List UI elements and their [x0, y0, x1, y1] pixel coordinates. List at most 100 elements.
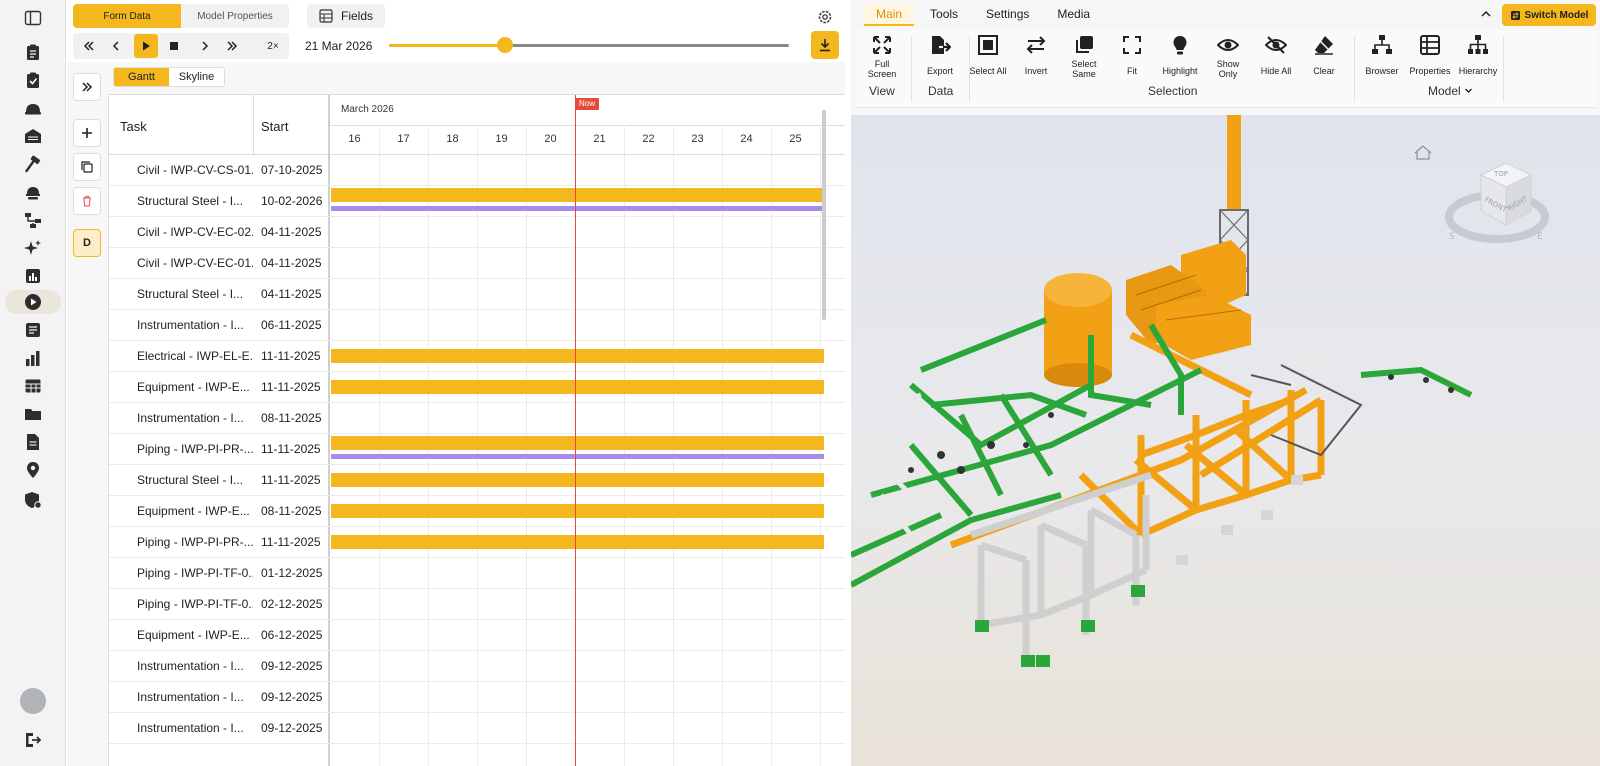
- document-lines-icon[interactable]: [5, 318, 61, 342]
- start-date-cell: 07-10-2025: [261, 163, 323, 177]
- tab-main[interactable]: Main: [864, 4, 915, 26]
- switch-model-button[interactable]: Switch Model: [1502, 4, 1596, 26]
- table-row[interactable]: Civil - IWP-CV-CS-01... 07-10-2025: [109, 155, 845, 186]
- timeline-slider[interactable]: [389, 37, 789, 53]
- d-toggle-button[interactable]: D: [73, 229, 101, 257]
- play-circle-icon[interactable]: [5, 290, 61, 314]
- show-only-button[interactable]: Show Only: [1205, 34, 1251, 79]
- skip-to-start-icon[interactable]: [77, 34, 101, 58]
- warehouse-icon[interactable]: [5, 124, 61, 148]
- export-button[interactable]: Export: [917, 34, 963, 76]
- table-row[interactable]: Civil - IWP-CV-EC-02... 04-11-2025: [109, 217, 845, 248]
- download-button[interactable]: [811, 31, 839, 59]
- table-row[interactable]: Equipment - IWP-E... 11-11-2025: [109, 372, 845, 403]
- tab-media[interactable]: Media: [1045, 4, 1102, 26]
- model-3d-viewport[interactable]: TOP FRONT RIGHT S E: [851, 115, 1600, 766]
- workflow-icon[interactable]: [5, 208, 61, 232]
- gantt-task-bar[interactable]: [331, 349, 824, 363]
- gantt-task-bar[interactable]: [331, 188, 824, 202]
- play-icon[interactable]: [134, 34, 158, 58]
- folder-icon[interactable]: [5, 402, 61, 426]
- tab-gantt[interactable]: Gantt: [114, 68, 169, 86]
- table-row[interactable]: Instrumentation - I... 09-12-2025: [109, 713, 845, 744]
- tab-settings[interactable]: Settings: [974, 4, 1041, 26]
- hierarchy-button[interactable]: Hierarchy: [1455, 34, 1501, 76]
- stop-icon[interactable]: [162, 34, 186, 58]
- clipboard-list-icon[interactable]: [5, 40, 61, 64]
- table-row[interactable]: Instrumentation - I... 09-12-2025: [109, 651, 845, 682]
- hide-all-button[interactable]: Hide All: [1253, 34, 1299, 76]
- timeline-slider-knob[interactable]: [497, 37, 513, 53]
- table-row[interactable]: Piping - IWP-PI-TF-0... 02-12-2025: [109, 589, 845, 620]
- sparkles-icon[interactable]: [5, 236, 61, 260]
- gantt-task-bar[interactable]: [331, 535, 824, 549]
- step-back-icon[interactable]: [104, 34, 128, 58]
- column-header-task[interactable]: Task: [120, 119, 147, 134]
- logout-icon[interactable]: [5, 728, 61, 752]
- fit-button[interactable]: Fit: [1109, 34, 1155, 76]
- plant-model-render[interactable]: TOP FRONT RIGHT S E: [851, 115, 1600, 766]
- steel-structure-gray[interactable]: [969, 471, 1153, 660]
- bar-chart-icon[interactable]: [5, 264, 61, 288]
- storage-tank[interactable]: [1044, 273, 1112, 387]
- expand-panel-button[interactable]: [73, 73, 101, 101]
- map-pin-icon[interactable]: [5, 458, 61, 482]
- properties-button[interactable]: Properties: [1407, 34, 1453, 76]
- gantt-task-bar[interactable]: [331, 473, 824, 487]
- fields-button[interactable]: Fields: [307, 4, 385, 28]
- gantt-scrollbar[interactable]: [822, 110, 826, 320]
- playback-speed[interactable]: 2×: [259, 34, 287, 58]
- table-row[interactable]: Civil - IWP-CV-EC-01... 04-11-2025: [109, 248, 845, 279]
- table-row[interactable]: Instrumentation - I... 09-12-2025: [109, 682, 845, 713]
- skip-to-end-icon[interactable]: [220, 34, 244, 58]
- building-chart-icon[interactable]: [5, 346, 61, 370]
- table-grid-icon[interactable]: [5, 374, 61, 398]
- file-text-icon[interactable]: [5, 430, 61, 454]
- select-same-button[interactable]: Select Same: [1061, 34, 1107, 79]
- table-row[interactable]: Structural Steel - I... 10-02-2026: [109, 186, 845, 217]
- form-data-tab[interactable]: Form Data: [73, 4, 181, 28]
- table-row[interactable]: Piping - IWP-PI-PR-... 11-11-2025: [109, 434, 845, 465]
- column-header-start[interactable]: Start: [261, 119, 288, 134]
- table-row[interactable]: Equipment - IWP-E... 08-11-2025: [109, 496, 845, 527]
- gantt-baseline-bar[interactable]: [331, 454, 824, 459]
- gantt-task-bar[interactable]: [331, 504, 824, 518]
- gear-icon[interactable]: [816, 8, 834, 26]
- worker-helmet-icon[interactable]: [5, 180, 61, 204]
- highlight-button[interactable]: Highlight: [1157, 34, 1203, 76]
- gantt-baseline-bar[interactable]: [331, 206, 824, 211]
- table-row[interactable]: Instrumentation - I... 06-11-2025: [109, 310, 845, 341]
- column-divider[interactable]: [253, 95, 254, 155]
- collapse-ribbon-icon[interactable]: [1480, 8, 1492, 20]
- model-group-dropdown[interactable]: Model: [1428, 84, 1473, 98]
- table-row[interactable]: Electrical - IWP-EL-E... 11-11-2025: [109, 341, 845, 372]
- shield-settings-icon[interactable]: [5, 488, 61, 512]
- tab-tools[interactable]: Tools: [918, 4, 970, 26]
- table-row[interactable]: Instrumentation - I... 08-11-2025: [109, 403, 845, 434]
- clipboard-check-icon[interactable]: [5, 68, 61, 92]
- table-row[interactable]: Piping - IWP-PI-PR-... 11-11-2025: [109, 527, 845, 558]
- browser-button[interactable]: Browser: [1359, 34, 1405, 76]
- gantt-task-bar[interactable]: [331, 436, 824, 450]
- table-row[interactable]: Structural Steel - I... 11-11-2025: [109, 465, 845, 496]
- gantt-task-bar[interactable]: [331, 380, 824, 394]
- clear-button[interactable]: Clear: [1301, 34, 1347, 76]
- home-view-icon[interactable]: [1414, 145, 1432, 160]
- model-properties-tab[interactable]: Model Properties: [181, 4, 289, 28]
- full-screen-button[interactable]: Full Screen: [859, 34, 905, 79]
- hammer-icon[interactable]: [5, 152, 61, 176]
- add-task-button[interactable]: [73, 119, 101, 147]
- duplicate-task-button[interactable]: [73, 153, 101, 181]
- invert-button[interactable]: Invert: [1013, 34, 1059, 76]
- table-row[interactable]: Equipment - IWP-E... 06-12-2025: [109, 620, 845, 651]
- step-forward-icon[interactable]: [193, 34, 217, 58]
- view-cube[interactable]: TOP FRONT RIGHT S E: [1445, 162, 1549, 243]
- delete-task-button[interactable]: [73, 187, 101, 215]
- hard-hat-icon[interactable]: [5, 96, 61, 120]
- table-row[interactable]: Piping - IWP-PI-TF-0... 01-12-2025: [109, 558, 845, 589]
- sidebar-toggle-icon[interactable]: [5, 6, 61, 30]
- tab-skyline[interactable]: Skyline: [169, 68, 224, 86]
- table-row[interactable]: Structural Steel - I... 04-11-2025: [109, 279, 845, 310]
- user-avatar[interactable]: [20, 688, 46, 714]
- select-all-button[interactable]: Select All: [965, 34, 1011, 76]
